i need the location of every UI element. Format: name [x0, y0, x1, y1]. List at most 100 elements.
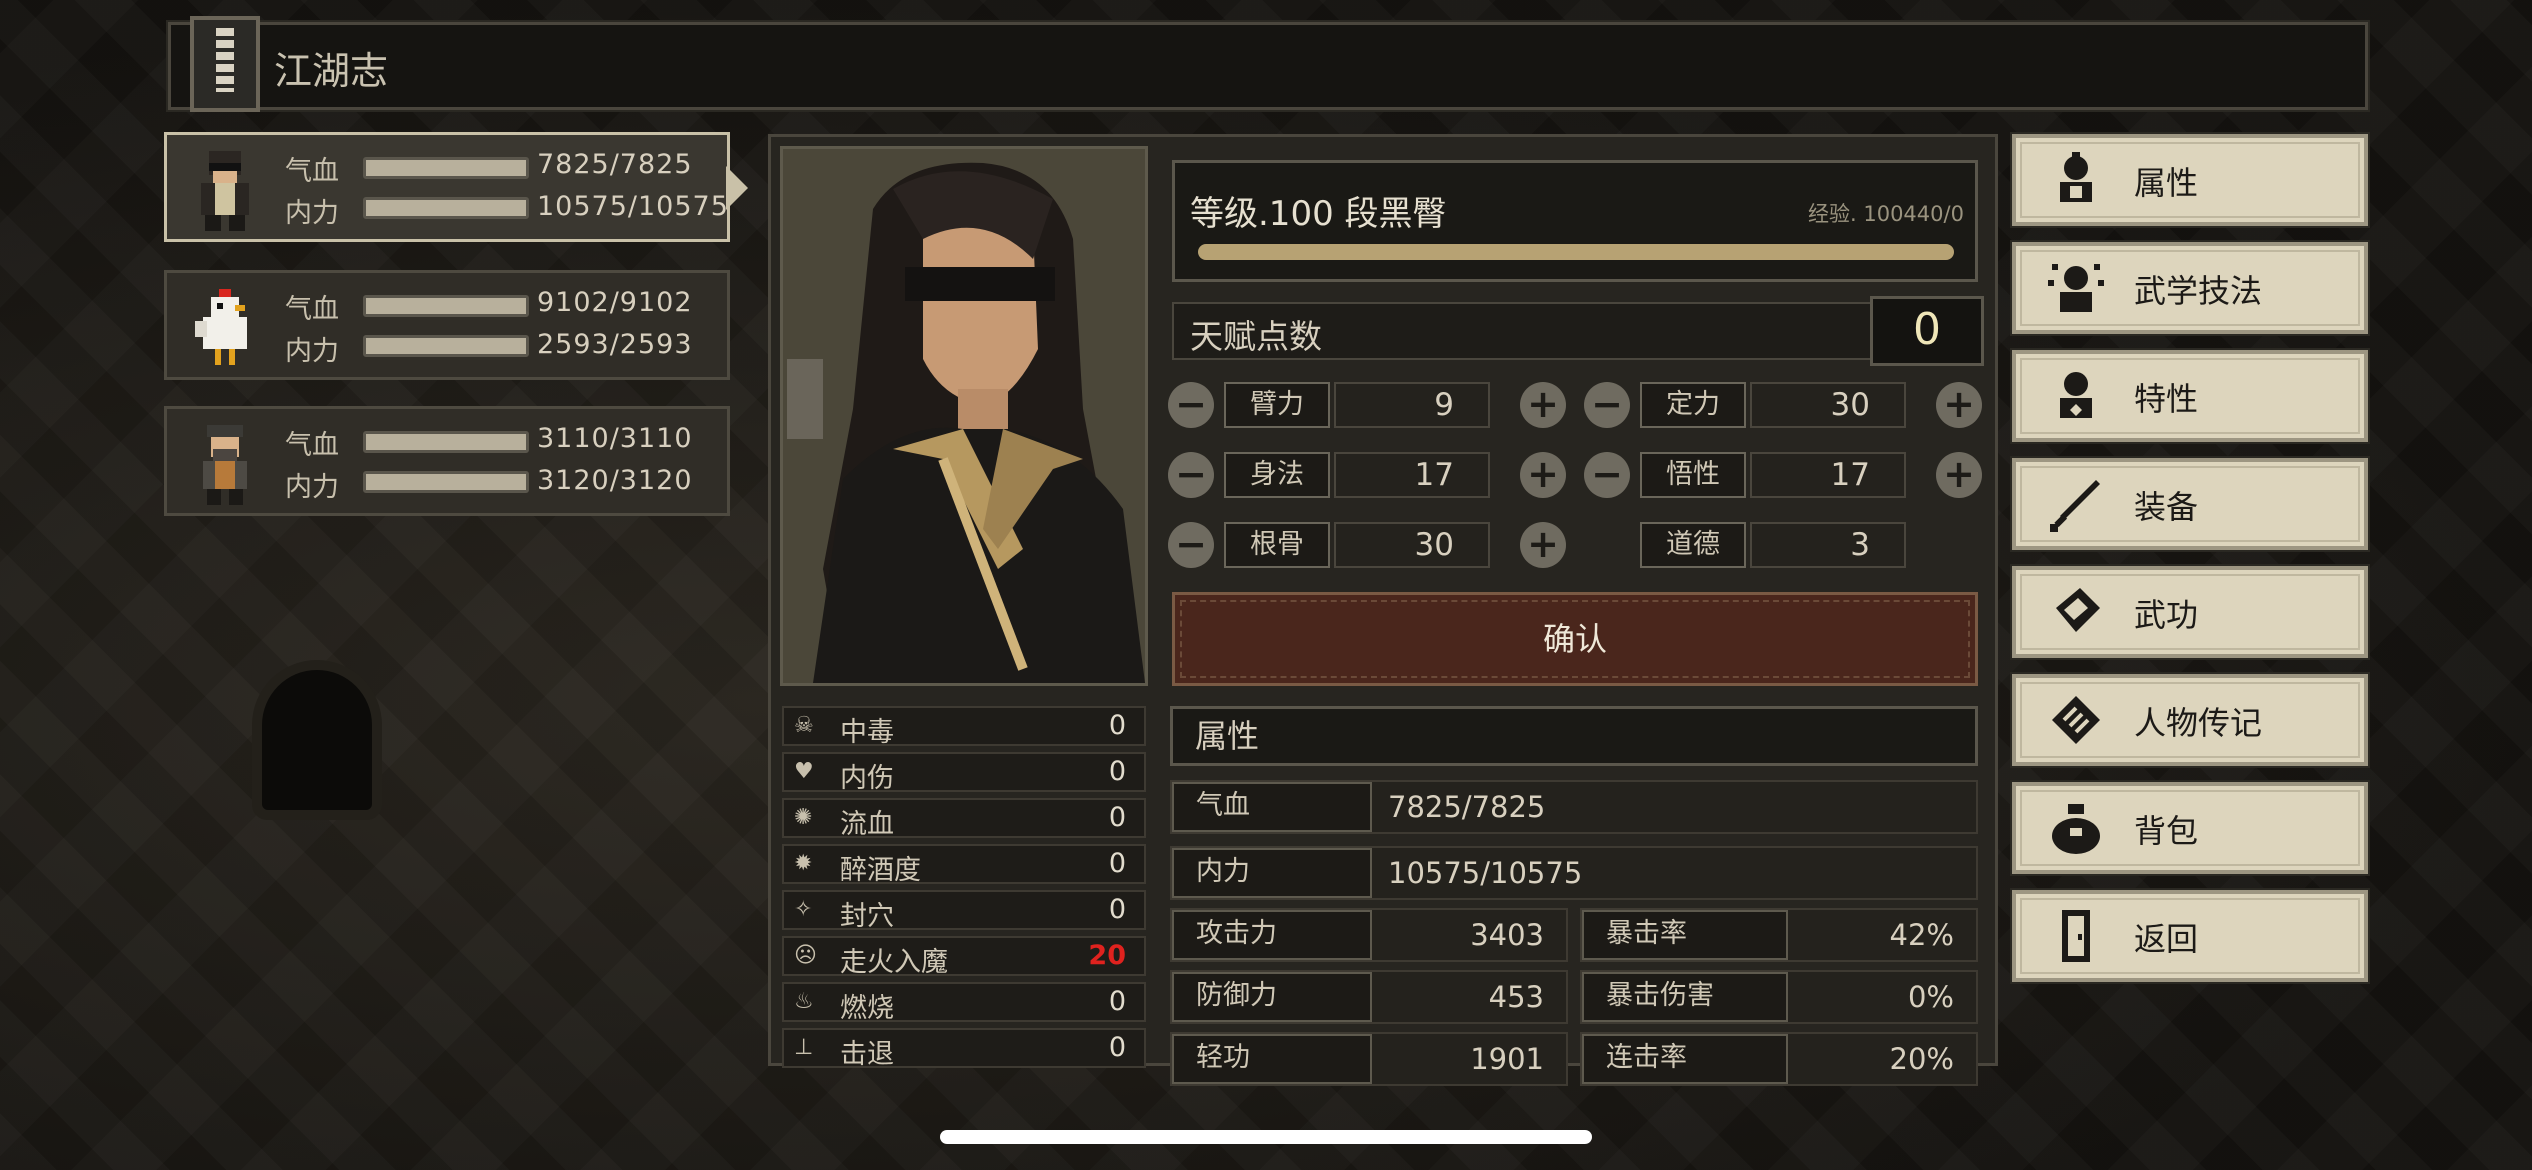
shenfa-minus-button[interactable]: −: [1168, 452, 1214, 498]
qi-bar: [363, 431, 529, 453]
status-value: 0: [1108, 756, 1126, 787]
nav-label: 返回: [2134, 920, 2199, 958]
nav-label: 属性: [2134, 164, 2199, 202]
qinggong-value: 1901: [1470, 1042, 1544, 1076]
gengu-value: 30: [1334, 522, 1490, 568]
status-qi-deviation: ☹ 走火入魔 20: [782, 936, 1146, 978]
nav-label: 武学技法: [2134, 272, 2263, 310]
acupoint-icon: ✧: [794, 897, 813, 922]
nav-martial-skills-button[interactable]: 武学技法: [2010, 240, 2370, 336]
attributes-section-header: 属性: [1170, 706, 1978, 766]
wuxing-minus-button[interactable]: −: [1584, 452, 1630, 498]
status-name: 击退: [840, 1039, 894, 1070]
nav-attributes-button[interactable]: 属性: [2010, 132, 2370, 228]
dingli-plus-button[interactable]: +: [1936, 382, 1982, 428]
nav-label: 人物传记: [2134, 704, 2263, 742]
defense-label: 防御力: [1172, 972, 1372, 1022]
confirm-button[interactable]: 确认: [1172, 592, 1978, 686]
qi-label: 气血: [285, 430, 339, 461]
status-value: 20: [1088, 940, 1126, 971]
neili-value: 10575/10575: [537, 191, 729, 222]
status-name: 内伤: [840, 763, 894, 794]
attribute-icon: [2060, 152, 2092, 202]
dingli-minus-button[interactable]: −: [1584, 382, 1630, 428]
status-name: 封穴: [840, 901, 894, 932]
neili-label: 内力: [1172, 848, 1372, 898]
status-value: 0: [1108, 986, 1126, 1017]
dingli-value: 30: [1750, 382, 1906, 428]
qinggong-label: 轻功: [1172, 1034, 1372, 1084]
prop-row-crit-rate: 暴击率 42%: [1580, 908, 1978, 962]
status-value: 0: [1108, 894, 1126, 925]
attack-value: 3403: [1470, 918, 1544, 952]
qixue-value: 7825/7825: [1388, 790, 1546, 824]
qi-bar: [363, 157, 529, 179]
wuxing-plus-button[interactable]: +: [1936, 452, 1982, 498]
qi-value: 3110/3110: [537, 423, 693, 454]
title-bar: [166, 20, 2370, 112]
nav-biography-button[interactable]: 人物传记: [2010, 672, 2370, 768]
wuxing-label: 悟性: [1640, 452, 1746, 498]
experience-text: 经验. 100440/0: [1808, 202, 1964, 226]
shenfa-label: 身法: [1224, 452, 1330, 498]
nav-label: 武功: [2134, 596, 2199, 634]
book-icon: [2056, 588, 2100, 632]
drunk-icon: ✹: [794, 851, 813, 876]
status-name: 流血: [840, 809, 894, 840]
crit-damage-value: 0%: [1907, 980, 1954, 1014]
portrait-image: [783, 149, 1145, 683]
party-member-1[interactable]: 气血 7825/7825 内力 10575/10575: [164, 132, 730, 242]
experience-bar: [1198, 244, 1954, 260]
qi-label: 气血: [285, 294, 339, 325]
gengu-label: 根骨: [1224, 522, 1330, 568]
daode-label: 道德: [1640, 522, 1746, 568]
nav-traits-button[interactable]: 特性: [2010, 348, 2370, 444]
neili-bar: [363, 471, 529, 493]
prop-row-defense: 防御力 453: [1170, 970, 1568, 1024]
martial-skill-icon: [2048, 264, 2104, 312]
party-member-2[interactable]: 气血 9102/9102 内力 2593/2593: [164, 270, 730, 380]
skull-icon: ☠: [794, 713, 814, 738]
gengu-plus-button[interactable]: +: [1520, 522, 1566, 568]
biliti-label: 臂力: [1224, 382, 1330, 428]
journal-scroll-icon: [190, 16, 260, 112]
defense-value: 453: [1488, 980, 1544, 1014]
neili-label: 内力: [285, 198, 339, 229]
biliti-plus-button[interactable]: +: [1520, 382, 1566, 428]
bag-icon: [2052, 804, 2100, 854]
qixue-label: 气血: [1172, 782, 1372, 832]
level-title: 等级.100 段黑臀: [1190, 194, 1447, 234]
status-value: 0: [1108, 710, 1126, 741]
nav-bag-button[interactable]: 背包: [2010, 780, 2370, 876]
neili-value: 3120/3120: [537, 465, 693, 496]
shenfa-plus-button[interactable]: +: [1520, 452, 1566, 498]
status-bleeding: ✺ 流血 0: [782, 798, 1146, 840]
nav-return-button[interactable]: 返回: [2010, 888, 2370, 984]
qi-label: 气血: [285, 156, 339, 187]
prop-row-qixue: 气血 7825/7825: [1170, 780, 1978, 834]
crit-rate-value: 42%: [1889, 918, 1954, 952]
home-indicator[interactable]: [940, 1130, 1592, 1144]
prop-row-qinggong: 轻功 1901: [1170, 1032, 1568, 1086]
exit-door-icon: [2062, 910, 2090, 962]
status-value: 0: [1108, 802, 1126, 833]
qi-value: 7825/7825: [537, 149, 693, 180]
status-name: 中毒: [840, 717, 894, 748]
broken-heart-icon: ♥: [794, 759, 814, 784]
status-poison: ☠ 中毒 0: [782, 706, 1146, 748]
neili-bar: [363, 197, 529, 219]
status-drunk: ✹ 醉酒度 0: [782, 844, 1146, 886]
gengu-minus-button[interactable]: −: [1168, 522, 1214, 568]
nav-kungfu-button[interactable]: 武功: [2010, 564, 2370, 660]
status-sealed-acupoint: ✧ 封穴 0: [782, 890, 1146, 932]
biliti-minus-button[interactable]: −: [1168, 382, 1214, 428]
status-name: 走火入魔: [840, 947, 948, 978]
nav-equipment-button[interactable]: 装备: [2010, 456, 2370, 552]
status-value: 0: [1108, 1032, 1126, 1063]
combo-rate-label: 连击率: [1582, 1034, 1788, 1084]
neili-value: 2593/2593: [537, 329, 693, 360]
scroll-icon: [2052, 696, 2100, 744]
party-member-3[interactable]: 气血 3110/3110 内力 3120/3120: [164, 406, 730, 516]
chicken-avatar: [195, 289, 247, 365]
nav-label: 背包: [2134, 812, 2199, 850]
